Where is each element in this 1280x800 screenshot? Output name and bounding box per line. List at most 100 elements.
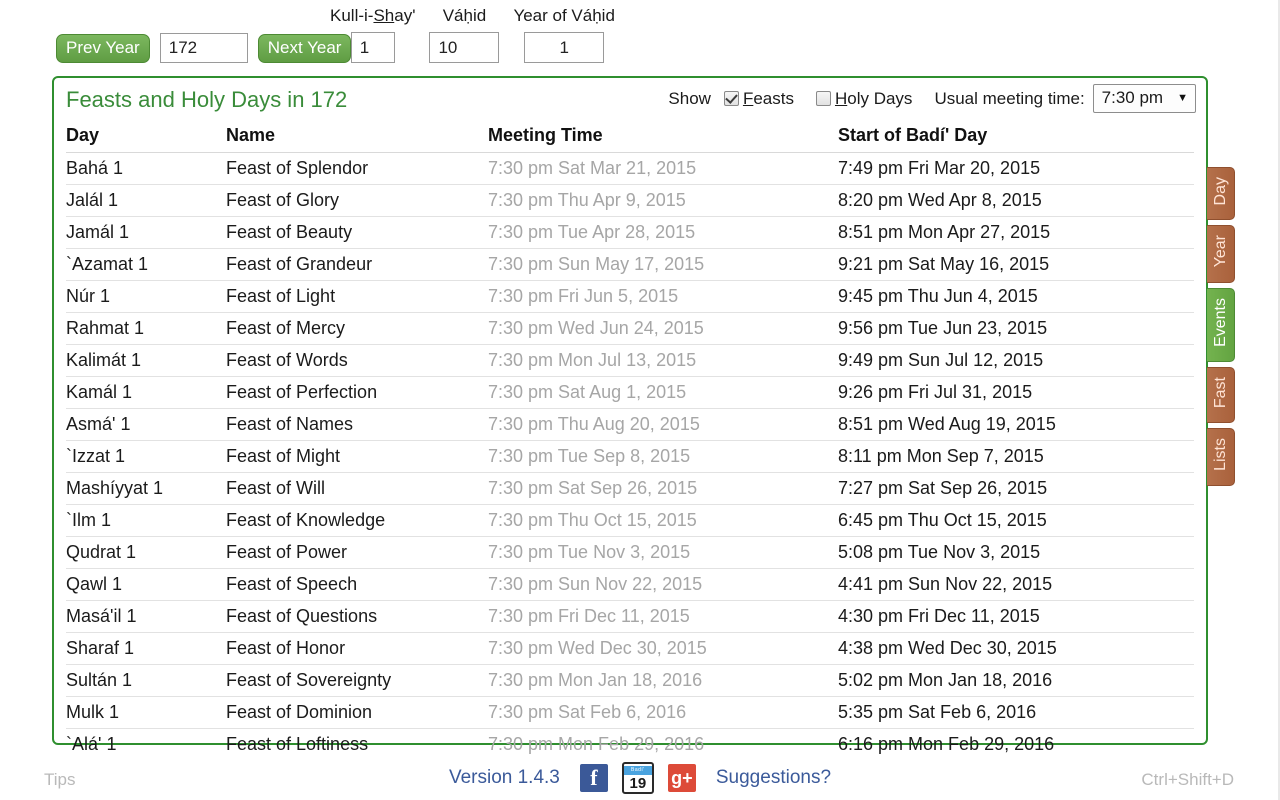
prev-year-button[interactable]: Prev Year xyxy=(56,33,150,63)
meeting-time-select[interactable]: 7:30 pm ▼ xyxy=(1092,84,1196,113)
cell-name: Feast of Knowledge xyxy=(226,504,488,537)
table-row: Asmá' 1 Feast of Names 7:30 pm Thu Aug 20,… xyxy=(66,408,1194,441)
table-row: Bahá 1 Feast of Splendor 7:30 pm Sat Mar 2… xyxy=(66,152,1194,185)
feasts-checkbox-wrap[interactable]: Feasts xyxy=(723,89,794,109)
cell-day: Sharaf 1 xyxy=(66,632,226,665)
cell-start-of-badi-day: 4:30 pm Fri Dec 11, 2015 xyxy=(838,600,1194,633)
holydays-checkbox[interactable] xyxy=(815,91,831,106)
table-row: Sharaf 1 Feast of Honor 7:30 pm Wed Dec 30… xyxy=(66,632,1194,665)
cell-start-of-badi-day: 9:21 pm Sat May 16, 2015 xyxy=(838,248,1194,281)
cell-day: Qawl 1 xyxy=(66,568,226,601)
side-tab-label: Events xyxy=(1212,297,1229,347)
cell-start-of-badi-day: 8:20 pm Wed Apr 8, 2015 xyxy=(838,184,1194,217)
keyboard-shortcut-hint: Ctrl+Shift+D xyxy=(1141,770,1234,789)
vahid-field-block: Váḥid xyxy=(429,5,500,63)
vahid-input[interactable] xyxy=(429,32,500,63)
feasts-checkbox[interactable] xyxy=(723,91,739,106)
cell-day: Jalál 1 xyxy=(66,184,226,217)
calendar-icon[interactable]: Badí' 19 xyxy=(621,762,654,794)
show-label: Show xyxy=(668,88,711,108)
suggestions-link[interactable]: Suggestions? xyxy=(716,765,831,791)
table-row: Kamál 1 Feast of Perfection 7:30 pm Sat Au… xyxy=(66,376,1194,409)
cell-meeting-time: 7:30 pm Tue Nov 3, 2015 xyxy=(488,536,838,569)
app-root: Prev Year Next Year Kull-i-Shay' Váḥid Y… xyxy=(0,0,1280,800)
cell-start-of-badi-day: 5:02 pm Mon Jan 18, 2016 xyxy=(838,664,1194,697)
table-row: Mashíyyat 1 Feast of Will 7:30 pm Sat Sep … xyxy=(66,472,1194,505)
facebook-icon[interactable]: f xyxy=(579,764,608,792)
panel-header: Feasts and Holy Days in 172 Show Feasts … xyxy=(54,78,1206,122)
side-tab-events[interactable]: Events xyxy=(1207,287,1235,362)
year-of-vahid-input[interactable] xyxy=(524,32,605,63)
cell-day: Sultán 1 xyxy=(66,664,226,697)
feasts-table: Day Name Meeting Time Start of Badí' Day… xyxy=(66,122,1194,760)
side-tab-lists[interactable]: Lists xyxy=(1207,427,1235,486)
cell-start-of-badi-day: 5:35 pm Sat Feb 6, 2016 xyxy=(838,696,1194,729)
side-tab-label: Lists xyxy=(1212,437,1229,471)
kullishay-input[interactable] xyxy=(350,32,395,63)
calendar-icon-top: Badí' xyxy=(623,765,652,775)
chevron-down-icon: ▼ xyxy=(1177,92,1188,104)
meeting-time-value: 7:30 pm xyxy=(1101,88,1164,107)
table-head: Day Name Meeting Time Start of Badí' Day xyxy=(66,122,1194,153)
google-plus-icon[interactable]: g+ xyxy=(667,764,696,792)
footer-center-group: Version 1.4.3 f Badí' 19 g+ Suggestions? xyxy=(0,762,1280,794)
cell-day: `Azamat 1 xyxy=(66,248,226,281)
cell-name: Feast of Might xyxy=(226,440,488,473)
cell-meeting-time: 7:30 pm Thu Aug 20, 2015 xyxy=(488,408,838,441)
table-row: Kalimát 1 Feast of Words 7:30 pm Mon Jul 1… xyxy=(66,344,1194,377)
cell-name: Feast of Honor xyxy=(226,632,488,665)
cell-meeting-time: 7:30 pm Sat Aug 1, 2015 xyxy=(488,376,838,409)
cell-meeting-time: 7:30 pm Thu Oct 15, 2015 xyxy=(488,504,838,537)
cell-start-of-badi-day: 8:11 pm Mon Sep 7, 2015 xyxy=(838,440,1194,473)
cell-start-of-badi-day: 8:51 pm Mon Apr 27, 2015 xyxy=(838,216,1194,249)
year-of-vahid-label: Year of Váḥid xyxy=(513,6,615,25)
cell-meeting-time: 7:30 pm Thu Apr 9, 2015 xyxy=(488,184,838,217)
cell-meeting-time: 7:30 pm Wed Dec 30, 2015 xyxy=(488,632,838,665)
year-input[interactable] xyxy=(159,33,248,63)
year-of-vahid-field-block: Year of Váḥid xyxy=(513,5,615,63)
cell-name: Feast of Power xyxy=(226,536,488,569)
table-row: `Izzat 1 Feast of Might 7:30 pm Tue Sep 8,… xyxy=(66,440,1194,473)
meeting-time-label: Usual meeting time: xyxy=(934,88,1085,108)
side-tab-year[interactable]: Year xyxy=(1207,225,1235,283)
cell-meeting-time: 7:30 pm Mon Jan 18, 2016 xyxy=(488,664,838,697)
side-tab-day[interactable]: Day xyxy=(1207,167,1235,221)
cell-start-of-badi-day: 7:49 pm Fri Mar 20, 2015 xyxy=(838,152,1194,185)
column-header-meeting-time: Meeting Time xyxy=(488,122,838,153)
table-body: Bahá 1 Feast of Splendor 7:30 pm Sat Mar 2… xyxy=(66,152,1194,761)
cell-day: Kalimát 1 xyxy=(66,344,226,377)
cell-meeting-time: 7:30 pm Sat Sep 26, 2015 xyxy=(488,472,838,505)
kullishay-field-block: Kull-i-Shay' xyxy=(330,5,415,63)
top-control-bar: Prev Year Next Year Kull-i-Shay' Váḥid Y… xyxy=(0,0,1280,72)
cell-name: Feast of Speech xyxy=(226,568,488,601)
table-row: Masá'il 1 Feast of Questions 7:30 pm Fri D… xyxy=(66,600,1194,633)
cell-name: Feast of Sovereignty xyxy=(226,664,488,697)
side-tab-fast[interactable]: Fast xyxy=(1207,366,1235,423)
cell-start-of-badi-day: 4:41 pm Sun Nov 22, 2015 xyxy=(838,568,1194,601)
cell-name: Feast of Dominion xyxy=(226,696,488,729)
cell-name: Feast of Questions xyxy=(226,600,488,633)
version-label: Version 1.4.3 xyxy=(448,767,560,788)
cell-day: Jamál 1 xyxy=(66,216,226,249)
column-header-start-of-badi-day: Start of Badí' Day xyxy=(838,122,1194,153)
table-row: Núr 1 Feast of Light 7:30 pm Fri Jun 5, 20… xyxy=(66,280,1194,313)
cell-day: `Izzat 1 xyxy=(66,440,226,473)
table-row: Sultán 1 Feast of Sovereignty 7:30 pm Mon … xyxy=(66,664,1194,697)
cell-name: Feast of Names xyxy=(226,408,488,441)
side-tab-label: Year xyxy=(1212,235,1229,268)
cell-day: Bahá 1 xyxy=(66,152,226,185)
table-row: Qawl 1 Feast of Speech 7:30 pm Sun Nov 22,… xyxy=(66,568,1194,601)
footer: Tips Version 1.4.3 f Badí' 19 g+ Suggest… xyxy=(0,752,1280,800)
side-tab-label: Fast xyxy=(1212,376,1229,408)
cell-name: Feast of Beauty xyxy=(226,216,488,249)
cell-start-of-badi-day: 9:56 pm Tue Jun 23, 2015 xyxy=(838,312,1194,345)
cell-meeting-time: 7:30 pm Sat Feb 6, 2016 xyxy=(488,696,838,729)
cell-day: Qudrat 1 xyxy=(66,536,226,569)
holydays-checkbox-wrap[interactable]: Holy Days xyxy=(815,89,912,109)
cell-meeting-time: 7:30 pm Tue Apr 28, 2015 xyxy=(488,216,838,249)
table-row: Mulk 1 Feast of Dominion 7:30 pm Sat Feb 6… xyxy=(66,696,1194,729)
cell-start-of-badi-day: 9:26 pm Fri Jul 31, 2015 xyxy=(838,376,1194,409)
cell-name: Feast of Grandeur xyxy=(226,248,488,281)
cell-name: Feast of Words xyxy=(226,344,488,377)
cell-day: `Ilm 1 xyxy=(66,504,226,537)
